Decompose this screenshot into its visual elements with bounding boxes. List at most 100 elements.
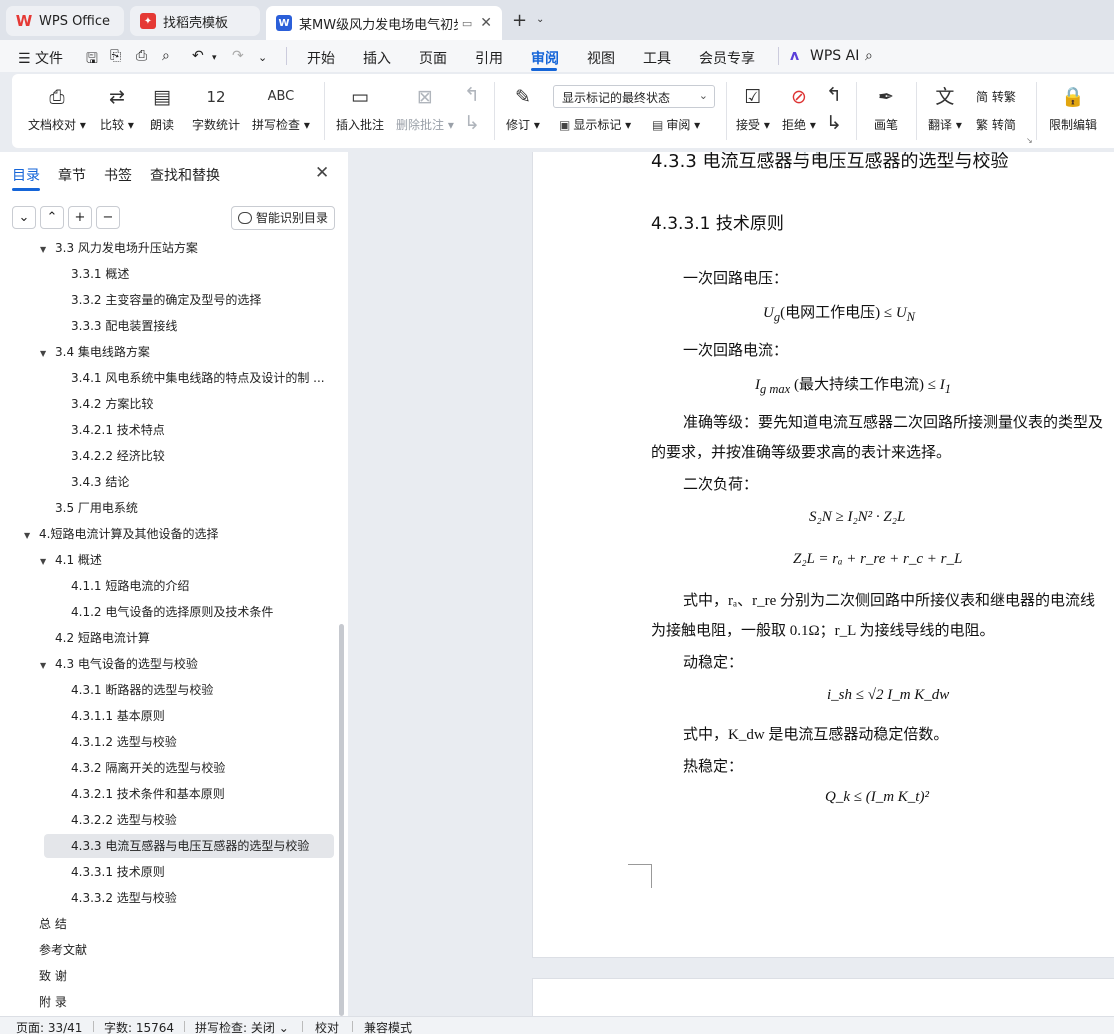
- tab-chapter[interactable]: 章节: [58, 165, 86, 185]
- print-preview-icon[interactable]: ⌕: [162, 48, 170, 64]
- toc-item[interactable]: 4.3.1.2 选型与校验: [71, 730, 334, 754]
- tab-document[interactable]: W 某MW级风力发电场电气初步设计 ▭ ✕: [266, 6, 502, 40]
- proof-status[interactable]: 校对: [315, 1019, 339, 1034]
- display-mode-select[interactable]: 显示标记的最终状态 ⌄: [553, 85, 715, 108]
- toc-item[interactable]: 致 谢: [39, 964, 334, 988]
- toc-item[interactable]: 4.3.1 断路器的选型与校验: [71, 678, 334, 702]
- toc-item[interactable]: 4.1.2 电气设备的选择原则及技术条件: [71, 600, 334, 624]
- to-simplified-button[interactable]: 繁 转简: [976, 116, 1016, 133]
- toc-item[interactable]: 4.3.2.2 选型与校验: [71, 808, 334, 832]
- expand-caret-icon[interactable]: ▼: [40, 240, 52, 260]
- expand-up-button[interactable]: ⌃: [40, 206, 64, 229]
- translate-button[interactable]: 文 翻译 ▾: [928, 84, 962, 133]
- toc-item[interactable]: 3.4.2 方案比较: [71, 392, 334, 416]
- close-pane-icon[interactable]: ✕: [315, 163, 329, 183]
- remove-heading-button[interactable]: −: [96, 206, 120, 229]
- toc-item[interactable]: ▼ 3.3 风力发电场升压站方案: [40, 240, 334, 260]
- close-tab-icon[interactable]: ✕: [480, 15, 492, 31]
- menu-view[interactable]: 视图: [587, 48, 615, 68]
- toc-item[interactable]: 3.4.2.2 经济比较: [71, 444, 334, 468]
- compare-button[interactable]: ⇄ 比较 ▾: [100, 84, 134, 133]
- window-icon[interactable]: ▭: [462, 17, 472, 30]
- reject-button[interactable]: ⊘ 拒绝 ▾: [782, 84, 816, 133]
- toc-item[interactable]: 3.3.2 主变容量的确定及型号的选择: [71, 288, 334, 312]
- toc-item[interactable]: 4.3.3.1 技术原则: [71, 860, 334, 884]
- undo-icon[interactable]: ↶: [192, 48, 204, 64]
- spell-check-button[interactable]: ABC 拼写检查 ▾: [252, 84, 310, 133]
- menu-reference[interactable]: 引用: [475, 48, 503, 68]
- toc-item[interactable]: ▼ 4.短路电流计算及其他设备的选择: [24, 522, 334, 546]
- toc-item[interactable]: ▼ 4.1 概述: [40, 548, 334, 572]
- new-tab-icon[interactable]: +: [512, 10, 527, 31]
- tab-bookmark[interactable]: 书签: [104, 165, 132, 185]
- toc-item[interactable]: 3.3.3 配电装置接线: [71, 314, 334, 338]
- review-pane-button[interactable]: ▤ 审阅 ▾: [652, 116, 700, 133]
- accept-button[interactable]: ☑ 接受 ▾: [736, 84, 770, 133]
- menu-page[interactable]: 页面: [419, 48, 447, 68]
- more-chevron-icon[interactable]: ⌄: [258, 51, 267, 64]
- tab-toc[interactable]: 目录: [12, 165, 40, 185]
- expand-caret-icon[interactable]: ▼: [24, 524, 36, 546]
- save-icon[interactable]: 🖫: [86, 48, 98, 72]
- expand-group-icon[interactable]: ↘: [1026, 136, 1033, 145]
- toc-item[interactable]: ▼ 3.4 集电线路方案: [40, 340, 334, 364]
- toc-item[interactable]: 3.5 厂用电系统: [55, 496, 334, 520]
- prev-change-button[interactable]: ↰: [826, 82, 842, 108]
- print-icon[interactable]: ⎙: [136, 48, 147, 64]
- menu-insert[interactable]: 插入: [363, 48, 391, 68]
- insert-comment-button[interactable]: ▭ 插入批注: [336, 84, 384, 133]
- page-indicator[interactable]: 页面: 33/41: [16, 1019, 82, 1034]
- toc-item[interactable]: 4.1.1 短路电流的介绍: [71, 574, 334, 598]
- expand-caret-icon[interactable]: ▼: [40, 342, 52, 364]
- add-heading-button[interactable]: +: [68, 206, 92, 229]
- menu-tools[interactable]: 工具: [643, 48, 671, 68]
- track-changes-button[interactable]: ✎ 修订 ▾: [506, 84, 540, 133]
- collapse-all-button[interactable]: ⌄: [12, 206, 36, 229]
- menu-wps-ai[interactable]: WPS AI: [810, 48, 859, 64]
- redo-icon[interactable]: ↷: [232, 48, 244, 64]
- toc-item[interactable]: 4.2 短路电流计算: [55, 626, 334, 650]
- delete-comment-button[interactable]: ⊠ 删除批注 ▾: [396, 84, 454, 133]
- toc-item[interactable]: 4.3.3.2 选型与校验: [71, 886, 334, 910]
- menu-start[interactable]: 开始: [307, 48, 335, 68]
- menu-member[interactable]: 会员专享: [699, 48, 755, 68]
- expand-caret-icon[interactable]: ▼: [40, 654, 52, 676]
- show-markup-button[interactable]: ▣ 显示标记 ▾: [559, 116, 631, 133]
- scrollbar[interactable]: [339, 624, 344, 1016]
- prev-comment-button[interactable]: ↰: [464, 82, 480, 108]
- toc-item[interactable]: ▼ 4.3 电气设备的选型与校验: [40, 652, 334, 676]
- to-traditional-button[interactable]: 简 转繁: [976, 88, 1016, 105]
- toc-item[interactable]: 4.3.2 隔离开关的选型与校验: [71, 756, 334, 780]
- toc-item[interactable]: 4.3.1.1 基本原则: [71, 704, 334, 728]
- toc-item[interactable]: 总 结: [39, 912, 334, 936]
- toc-item[interactable]: 附 录: [39, 990, 334, 1014]
- toc-item[interactable]: 3.3.1 概述: [71, 262, 334, 286]
- pen-button[interactable]: ✒ 画笔: [874, 84, 898, 133]
- restrict-edit-button[interactable]: 🔒 限制编辑: [1049, 84, 1097, 133]
- toc-item[interactable]: 参考文献: [39, 938, 334, 962]
- chevron-down-icon[interactable]: ⌄: [536, 14, 544, 25]
- smart-toc-button[interactable]: 智能识别目录: [231, 206, 335, 230]
- toc-item[interactable]: 3.4.1 风电系统中集电线路的特点及设计的制 ...: [71, 366, 334, 390]
- word-count-button[interactable]: 12 字数统计: [192, 84, 240, 133]
- search-icon[interactable]: ⌕: [865, 48, 873, 64]
- doc-proof-button[interactable]: ⎙ 文档校对 ▾: [28, 84, 86, 133]
- tab-docer-templates[interactable]: ✦ 找稻壳模板: [130, 6, 260, 36]
- toc-item-label: 3.4 集电线路方案: [55, 345, 150, 359]
- spell-check-status[interactable]: 拼写检查: 关闭 ⌄: [195, 1019, 289, 1034]
- word-count-status[interactable]: 字数: 15764: [104, 1019, 174, 1034]
- toc-item[interactable]: 3.4.2.1 技术特点: [71, 418, 334, 442]
- next-change-button[interactable]: ↳: [826, 110, 842, 136]
- toc-item[interactable]: 4.3.3 电流互感器与电压互感器的选型与校验: [44, 834, 334, 858]
- next-comment-button[interactable]: ↳: [464, 110, 480, 136]
- expand-caret-icon[interactable]: ▼: [40, 550, 52, 572]
- menu-review[interactable]: 审阅: [531, 48, 559, 68]
- share-icon[interactable]: ⎘: [110, 48, 121, 64]
- tab-wps-office[interactable]: W WPS Office: [6, 6, 124, 36]
- tab-find-replace[interactable]: 查找和替换: [150, 165, 220, 185]
- read-aloud-button[interactable]: ▤ 朗读: [150, 84, 174, 133]
- file-menu[interactable]: ☰ 文件: [18, 48, 63, 68]
- undo-dropdown-icon[interactable]: ▾: [212, 53, 217, 63]
- toc-item[interactable]: 3.4.3 结论: [71, 470, 334, 494]
- toc-item[interactable]: 4.3.2.1 技术条件和基本原则: [71, 782, 334, 806]
